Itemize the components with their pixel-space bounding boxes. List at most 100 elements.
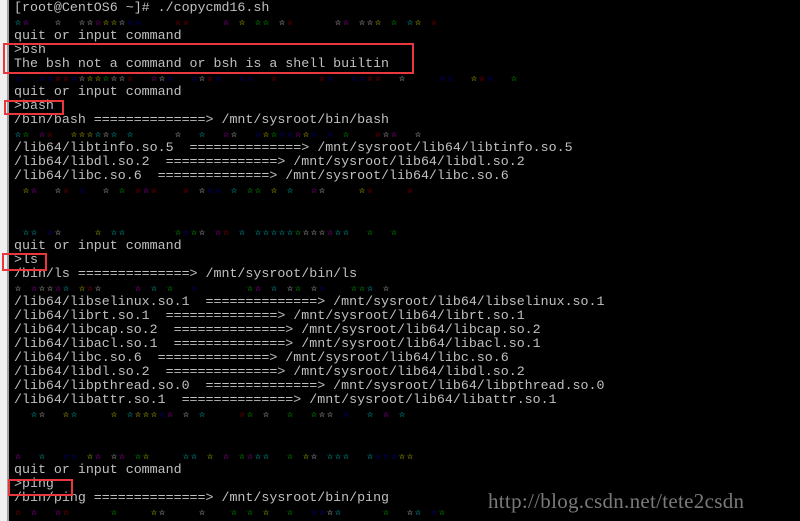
star-icon: ☆: [254, 18, 262, 29]
star-icon: ☆: [238, 228, 246, 239]
star-gap: [206, 507, 214, 521]
star-gap: [382, 17, 390, 31]
star-gap: [142, 507, 150, 521]
star-icon: ☆: [318, 74, 326, 85]
star-icon: ☆: [286, 18, 294, 29]
star-gap: [86, 409, 94, 423]
star-row: ☆ ☆ ☆ ☆ ☆ ☆ ☆ ☆ ☆ ☆ ☆ ☆ ☆ ☆ ☆ ☆ ☆ ☆ ☆ ☆ ☆ ☆ ☆ ☆ ☆ ☆ ☆ ☆: [14, 15, 800, 29]
star-gap: [22, 409, 30, 423]
star-gap: [382, 185, 390, 199]
star-gap: [174, 507, 182, 521]
star-icon: ☆: [390, 18, 398, 29]
star-icon: ☆: [30, 508, 38, 519]
star-gap: [350, 507, 358, 521]
star-gap: [70, 185, 78, 199]
terminal-line: /lib64/libacl.so.1 ==============> /mnt/…: [14, 336, 541, 351]
star-gap: [398, 17, 406, 31]
star-row: ☆ ☆ ☆ ☆ ☆ ☆ ☆ ☆ ☆ ☆ ☆ ☆ ☆ ☆ ☆ ☆ ☆ ☆ ☆ ☆ ☆ ☆ ☆ ☆: [14, 407, 800, 421]
star-icon: ☆: [246, 186, 254, 197]
terminal-line: /lib64/libpthread.so.0 ==============> /…: [14, 378, 605, 393]
terminal-line: quit or input command: [14, 84, 182, 99]
star-gap: [310, 17, 318, 31]
star-gap: [294, 409, 302, 423]
star-gap: [414, 73, 422, 87]
star-icon: ☆: [182, 18, 190, 29]
star-gap: [262, 73, 270, 87]
star-gap: [270, 451, 278, 465]
terminal-line: /lib64/librt.so.1 ==============> /mnt/s…: [14, 308, 525, 323]
star-gap: [270, 507, 278, 521]
star-gap: [94, 185, 102, 199]
star-icon: ☆: [470, 74, 478, 85]
star-icon: ☆: [142, 186, 150, 197]
star-icon: ☆: [246, 74, 254, 85]
star-icon: ☆: [30, 410, 38, 421]
terminal-line: quit or input command: [14, 238, 182, 253]
star-icon: ☆: [110, 508, 118, 519]
star-icon: ☆: [366, 452, 374, 463]
star-icon: ☆: [222, 228, 230, 239]
star-icon: ☆: [198, 228, 206, 239]
star-icon: ☆: [198, 508, 206, 519]
star-gap: [358, 409, 366, 423]
star-icon: ☆: [334, 452, 342, 463]
star-icon: ☆: [262, 410, 270, 421]
terminal-line: /lib64/libcap.so.2 ==============> /mnt/…: [14, 322, 541, 337]
star-icon: ☆: [182, 410, 190, 421]
star-icon: ☆: [366, 18, 374, 29]
star-gap: [206, 227, 214, 241]
star-gap: [422, 507, 430, 521]
star-gap: [398, 185, 406, 199]
star-icon: ☆: [406, 452, 414, 463]
star-icon: ☆: [326, 452, 334, 463]
star-icon: ☆: [286, 186, 294, 197]
star-gap: [286, 73, 294, 87]
star-icon: ☆: [358, 74, 366, 85]
star-gap: [174, 409, 182, 423]
star-gap: [158, 185, 166, 199]
star-icon: ☆: [406, 508, 414, 519]
star-icon: ☆: [214, 186, 222, 197]
star-gap: [390, 409, 398, 423]
star-gap: [302, 409, 310, 423]
star-icon: ☆: [150, 508, 158, 519]
star-gap: [366, 507, 374, 521]
star-icon: ☆: [374, 452, 382, 463]
terminal-line: quit or input command: [14, 28, 182, 43]
star-gap: [374, 227, 382, 241]
star-gap: [390, 507, 398, 521]
star-gap: [350, 409, 358, 423]
star-icon: ☆: [230, 508, 238, 519]
star-icon: ☆: [150, 410, 158, 421]
star-gap: [134, 507, 142, 521]
star-gap: [494, 73, 502, 87]
star-gap: [238, 507, 246, 521]
terminal-output[interactable]: [root@CentOS6 ~]# ./copycmd16.sh ☆ ☆ ☆ ☆ ☆ ☆…: [14, 1, 800, 521]
terminal-line: /lib64/libtinfo.so.5 ==============> /mn…: [14, 140, 573, 155]
star-gap: [358, 227, 366, 241]
star-icon: ☆: [230, 186, 238, 197]
star-gap: [302, 507, 310, 521]
star-gap: [326, 17, 334, 31]
star-gap: [350, 185, 358, 199]
star-gap: [374, 507, 382, 521]
star-gap: [278, 507, 286, 521]
star-icon: ☆: [62, 186, 70, 197]
star-icon: ☆: [414, 508, 422, 519]
star-gap: [334, 73, 342, 87]
star-gap: [38, 185, 46, 199]
star-icon: ☆: [150, 186, 158, 197]
star-icon: ☆: [182, 228, 190, 239]
star-icon: ☆: [262, 508, 270, 519]
star-gap: [166, 507, 174, 521]
star-icon: ☆: [54, 508, 62, 519]
star-icon: ☆: [118, 186, 126, 197]
star-gap: [238, 185, 246, 199]
terminal-line: /lib64/libselinux.so.1 ==============> /…: [14, 294, 605, 309]
terminal-line: /bin/bash ==============> /mnt/sysroot/b…: [14, 112, 390, 127]
star-gap: [502, 73, 510, 87]
star-icon: ☆: [414, 18, 422, 29]
star-gap: [14, 409, 22, 423]
star-gap: [190, 409, 198, 423]
star-row: ☆ ☆ ☆ ☆ ☆ ☆ ☆ ☆ ☆ ☆ ☆ ☆ ☆ ☆ ☆ ☆ ☆ ☆ ☆ ☆ ☆ ☆ ☆ ☆: [14, 281, 800, 295]
